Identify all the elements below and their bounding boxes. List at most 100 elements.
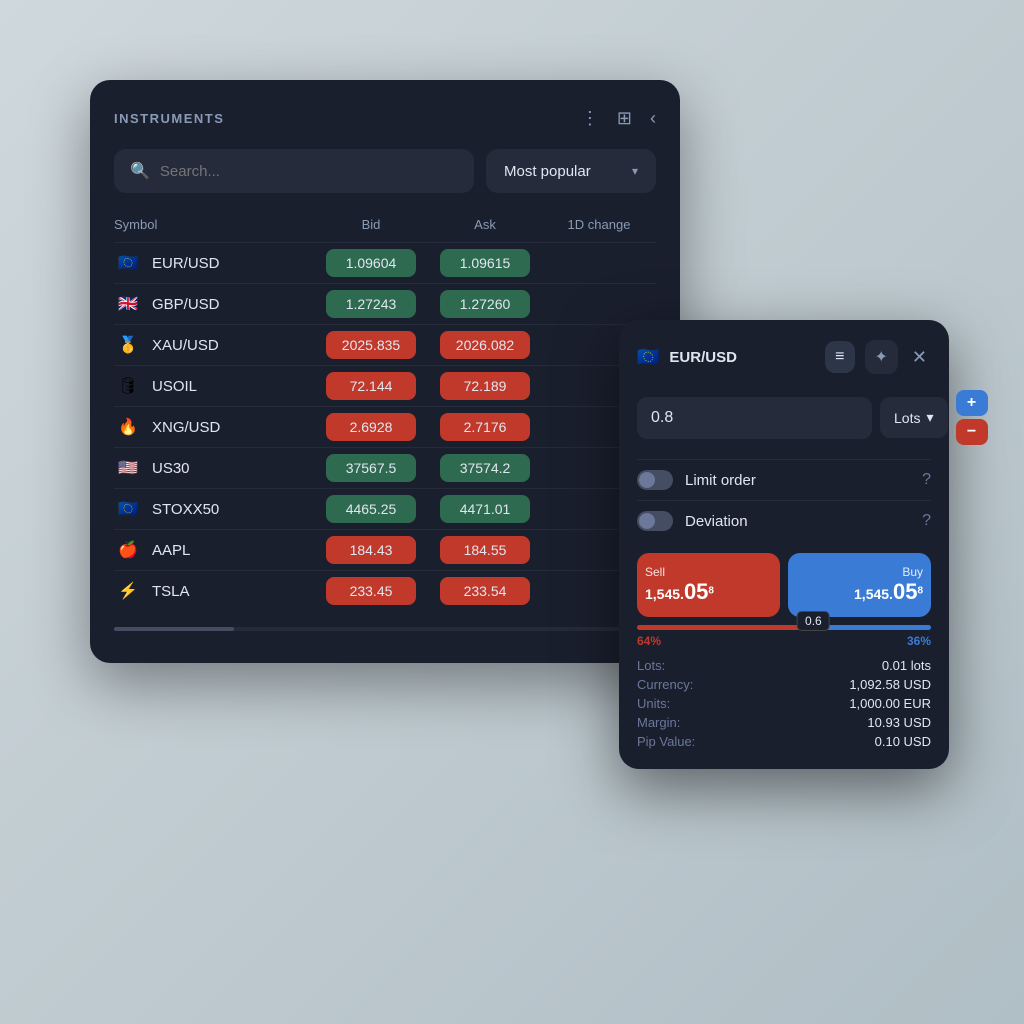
limit-order-label: Limit order xyxy=(685,472,910,489)
stepper-plus-button[interactable]: + xyxy=(956,390,988,416)
grid-icon[interactable]: ⊞ xyxy=(617,108,632,129)
filter-dropdown[interactable]: Most popular ▾ xyxy=(486,149,656,193)
table-row[interactable]: 🇬🇧 GBP/USD 1.27243 1.27260 xyxy=(114,283,656,324)
info-row: Units: 1,000.00 EUR xyxy=(637,694,931,713)
bid-price: 4465.25 xyxy=(326,495,416,523)
flag-icon: 🛢 xyxy=(114,372,142,400)
more-options-icon[interactable]: ⋮ xyxy=(581,108,599,129)
symbol-cell: 🛢 USOIL xyxy=(114,372,314,400)
ask-price: 37574.2 xyxy=(440,454,530,482)
ask-cell: 2.7176 xyxy=(428,413,542,441)
table-row[interactable]: 🇪🇺 STOXX50 4465.25 4471.01 xyxy=(114,488,656,529)
table-row[interactable]: 🥇 XAU/USD 2025.835 2026.082 xyxy=(114,324,656,365)
search-icon: 🔍 xyxy=(130,161,150,181)
deviation-row: Deviation ? xyxy=(637,500,931,541)
bid-price: 37567.5 xyxy=(326,454,416,482)
ask-price: 233.54 xyxy=(440,577,530,605)
ask-price: 4471.01 xyxy=(440,495,530,523)
symbol-name: AAPL xyxy=(152,542,190,559)
sell-price-main: 1,545. xyxy=(645,586,684,602)
table-row[interactable]: ⚡ TSLA 233.45 233.54 xyxy=(114,570,656,611)
symbol-cell: ⚡ TSLA xyxy=(114,577,314,605)
ask-price: 184.55 xyxy=(440,536,530,564)
info-row: Currency: 1,092.58 USD xyxy=(637,675,931,694)
collapse-icon[interactable]: ‹ xyxy=(650,108,656,129)
limit-order-info-icon[interactable]: ? xyxy=(922,471,931,489)
search-input[interactable] xyxy=(160,163,458,180)
bid-price: 2.6928 xyxy=(326,413,416,441)
bid-cell: 1.27243 xyxy=(314,290,428,318)
symbol-name: XAU/USD xyxy=(152,337,219,354)
scrollbar[interactable] xyxy=(114,627,656,631)
symbol-name: XNG/USD xyxy=(152,419,220,436)
lot-row: Lots ▾ + − xyxy=(637,390,931,445)
symbol-cell: 🇪🇺 STOXX50 xyxy=(114,495,314,523)
lot-type-selector[interactable]: Lots ▾ xyxy=(880,397,948,438)
table-row[interactable]: 🇺🇸 US30 37567.5 37574.2 xyxy=(114,447,656,488)
panel-title: INSTRUMENTS xyxy=(114,111,224,126)
buy-price-big: 05 xyxy=(893,579,917,604)
symbol-cell: 🥇 XAU/USD xyxy=(114,331,314,359)
buy-button[interactable]: Buy 1,545.058 xyxy=(788,553,931,617)
instruments-rows: 🇪🇺 EUR/USD 1.09604 1.09615 🇬🇧 GBP/USD 1.… xyxy=(114,242,656,611)
table-row[interactable]: 🛢 USOIL 72.144 72.189 xyxy=(114,365,656,406)
symbol-name: STOXX50 xyxy=(152,501,219,518)
flag-icon: ⚡ xyxy=(114,577,142,605)
info-row: Margin: 10.93 USD xyxy=(637,713,931,732)
ask-cell: 72.189 xyxy=(428,372,542,400)
bid-cell: 37567.5 xyxy=(314,454,428,482)
symbol-cell: 🔥 XNG/USD xyxy=(114,413,314,441)
sparkle-button[interactable]: ✦ xyxy=(865,340,898,374)
lot-type-label: Lots xyxy=(894,410,920,426)
ask-cell: 233.54 xyxy=(428,577,542,605)
symbol-cell: 🇬🇧 GBP/USD xyxy=(114,290,314,318)
bid-cell: 4465.25 xyxy=(314,495,428,523)
close-button[interactable]: ✕ xyxy=(908,343,931,372)
flag-icon: 🇬🇧 xyxy=(114,290,142,318)
deviation-label: Deviation xyxy=(685,513,910,530)
bid-cell: 1.09604 xyxy=(314,249,428,277)
buy-label: Buy xyxy=(796,565,923,579)
slider-percentages: 64% 36% xyxy=(637,634,931,648)
toggle-thumb xyxy=(639,472,655,488)
symbol-name: EUR/USD xyxy=(152,255,220,272)
scrollbar-thumb xyxy=(114,627,234,631)
bid-price: 184.43 xyxy=(326,536,416,564)
info-key: Margin: xyxy=(637,715,680,730)
trading-symbol: EUR/USD xyxy=(669,349,815,366)
limit-order-row: Limit order ? xyxy=(637,459,931,500)
th-bid: Bid xyxy=(314,217,428,232)
flag-icon: 🥇 xyxy=(114,331,142,359)
settings-sliders-button[interactable]: ≡ xyxy=(825,341,854,373)
panel-header: INSTRUMENTS ⋮ ⊞ ‹ xyxy=(114,108,656,129)
table-row[interactable]: 🔥 XNG/USD 2.6928 2.7176 xyxy=(114,406,656,447)
header-icons: ⋮ ⊞ ‹ xyxy=(581,108,656,129)
bid-cell: 2.6928 xyxy=(314,413,428,441)
info-key: Lots: xyxy=(637,658,665,673)
sell-price-big: 05 xyxy=(684,579,708,604)
sell-button[interactable]: Sell 1,545.058 xyxy=(637,553,780,617)
bid-price: 2025.835 xyxy=(326,331,416,359)
lot-input[interactable] xyxy=(637,397,872,439)
lot-stepper: + − xyxy=(956,390,988,445)
ask-cell: 1.27260 xyxy=(428,290,542,318)
symbol-name: US30 xyxy=(152,460,190,477)
deviation-toggle[interactable] xyxy=(637,511,673,531)
search-box: 🔍 xyxy=(114,149,474,193)
info-row: Pip Value: 0.10 USD xyxy=(637,732,931,751)
table-row[interactable]: 🍎 AAPL 184.43 184.55 xyxy=(114,529,656,570)
deviation-info-icon[interactable]: ? xyxy=(922,512,931,530)
sell-buy-row: Sell 1,545.058 Buy 1,545.058 xyxy=(637,553,931,617)
ask-cell: 184.55 xyxy=(428,536,542,564)
th-change: 1D change xyxy=(542,217,656,232)
stepper-minus-button[interactable]: − xyxy=(956,419,988,445)
symbol-cell: 🇪🇺 EUR/USD xyxy=(114,249,314,277)
bid-cell: 2025.835 xyxy=(314,331,428,359)
lot-type-arrow: ▾ xyxy=(926,409,933,426)
limit-order-toggle[interactable] xyxy=(637,470,673,490)
slider-thumb-container: 0.6 xyxy=(797,611,830,631)
flag-icon: 🔥 xyxy=(114,413,142,441)
info-key: Currency: xyxy=(637,677,693,692)
table-row[interactable]: 🇪🇺 EUR/USD 1.09604 1.09615 xyxy=(114,242,656,283)
th-symbol: Symbol xyxy=(114,217,314,232)
